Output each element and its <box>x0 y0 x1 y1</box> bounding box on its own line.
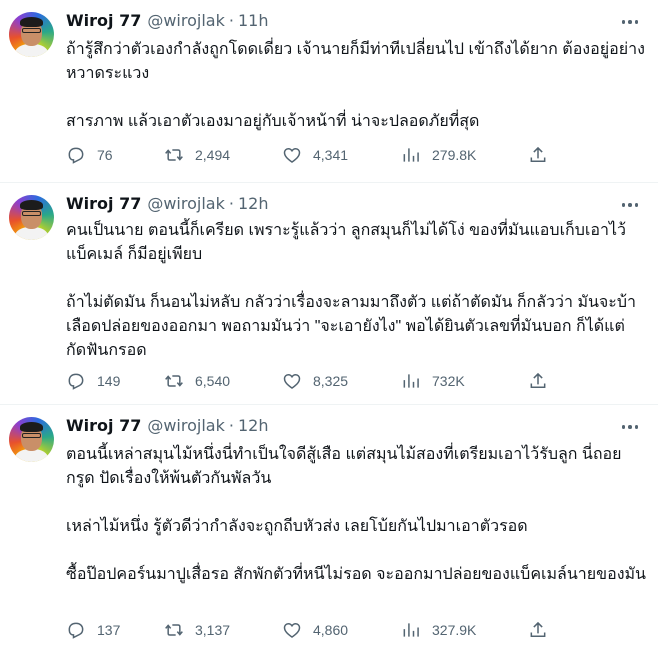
author-name[interactable]: Wiroj 77 <box>66 416 141 435</box>
share-icon <box>530 146 546 162</box>
tweet-header: Wiroj 77 @wirojlak · 11h <box>66 11 268 33</box>
avatar-glasses <box>22 433 41 438</box>
reply-button[interactable]: 149 <box>66 369 120 393</box>
tweet-paragraph: ซื้อป๊อปคอร์นมาปูเสื่อรอ สักพักตัวที่หนี… <box>66 566 646 583</box>
views-count: 279.8K <box>432 147 477 163</box>
views-count: 732K <box>432 373 465 389</box>
avatar-glasses <box>22 28 41 33</box>
share-button[interactable] <box>528 143 548 167</box>
views-icon <box>403 148 419 162</box>
views-icon <box>403 623 419 637</box>
share-icon <box>530 372 546 388</box>
views-button[interactable]: 732K <box>401 369 465 393</box>
author-handle[interactable]: @wirojlak <box>147 194 225 213</box>
tweet-text: ถ้ารู้สึกว่าตัวเองกำลังถูกโดดเดี่ยว เจ้า… <box>66 38 646 134</box>
share-button[interactable] <box>528 618 548 642</box>
avatar-hair <box>20 17 43 27</box>
tweet-text: คนเป็นนาย ตอนนี้ก็เครียด เพราะรู้แล้วว่า… <box>66 219 646 363</box>
repost-count: 6,540 <box>195 373 231 389</box>
timestamp[interactable]: 12h <box>238 194 269 213</box>
views-icon <box>403 374 419 388</box>
more-icon[interactable] <box>618 195 642 215</box>
like-icon <box>283 373 301 390</box>
tweet-text: ตอนนี้เหล่าสมุนไม้หนึ่งนี่ทำเป็นใจดีสู้เ… <box>66 443 646 587</box>
more-icon[interactable] <box>618 417 642 437</box>
tweet-paragraph: ถ้าไม่ตัดมัน ก็นอนไม่หลับ กลัวว่าเรื่องจ… <box>66 294 637 359</box>
author-handle[interactable]: @wirojlak <box>147 416 225 435</box>
share-icon <box>530 621 546 637</box>
like-button[interactable]: 4,341 <box>282 143 348 167</box>
repost-icon <box>165 149 183 161</box>
tweet-header: Wiroj 77 @wirojlak · 12h <box>66 416 268 438</box>
repost-icon <box>165 375 183 387</box>
timestamp[interactable]: 12h <box>238 416 269 435</box>
like-icon <box>283 147 301 164</box>
repost-button[interactable]: 2,494 <box>164 143 230 167</box>
share-button[interactable] <box>528 369 548 393</box>
reply-icon <box>68 622 84 639</box>
like-button[interactable]: 8,325 <box>282 369 348 393</box>
repost-button[interactable]: 6,540 <box>164 369 230 393</box>
tweet-header: Wiroj 77 @wirojlak · 12h <box>66 194 268 216</box>
like-count: 4,341 <box>313 147 349 163</box>
separator: · <box>228 416 234 435</box>
tweet[interactable]: Wiroj 77 @wirojlak · 12h ตอนนี้เหล่าสมุน… <box>0 405 658 649</box>
author-name[interactable]: Wiroj 77 <box>66 194 141 213</box>
action-bar: 149 6,540 8,325 732K <box>66 369 626 393</box>
tweet-paragraph: สารภาพ แล้วเอาตัวเองมาอยู่กับเจ้าหน้าที่… <box>66 113 480 130</box>
tweet-paragraph: ถ้ารู้สึกว่าตัวเองกำลังถูกโดดเดี่ยว เจ้า… <box>66 41 645 82</box>
avatar-hair <box>20 422 43 432</box>
repost-count: 2,494 <box>195 147 231 163</box>
reply-icon <box>68 373 84 390</box>
reply-count: 149 <box>97 373 121 389</box>
tweet-paragraph: คนเป็นนาย ตอนนี้ก็เครียด เพราะรู้แล้วว่า… <box>66 222 626 263</box>
action-bar: 76 2,494 4,341 279.8K <box>66 143 626 167</box>
repost-count: 3,137 <box>195 622 231 638</box>
avatar[interactable] <box>9 195 54 240</box>
reply-count: 76 <box>97 147 113 163</box>
like-icon <box>283 622 301 639</box>
tweet-paragraph: ตอนนี้เหล่าสมุนไม้หนึ่งนี่ทำเป็นใจดีสู้เ… <box>66 446 622 487</box>
reply-button[interactable]: 137 <box>66 618 120 642</box>
more-icon[interactable] <box>618 12 642 32</box>
views-button[interactable]: 279.8K <box>401 143 476 167</box>
tweet-paragraph: เหล่าไม้หนึ่ง รู้ตัวดีว่ากำลังจะถูกถีบหั… <box>66 518 528 535</box>
timestamp[interactable]: 11h <box>238 11 269 30</box>
reply-button[interactable]: 76 <box>66 143 113 167</box>
repost-button[interactable]: 3,137 <box>164 618 230 642</box>
action-bar: 137 3,137 4,860 327.9K <box>66 618 626 642</box>
reply-count: 137 <box>97 622 121 638</box>
views-count: 327.9K <box>432 622 477 638</box>
like-button[interactable]: 4,860 <box>282 618 348 642</box>
avatar[interactable] <box>9 417 54 462</box>
like-count: 4,860 <box>313 622 349 638</box>
repost-icon <box>165 624 183 636</box>
separator: · <box>228 194 234 213</box>
avatar[interactable] <box>9 12 54 57</box>
tweet[interactable]: Wiroj 77 @wirojlak · 11h ถ้ารู้สึกว่าตัว… <box>0 0 658 183</box>
avatar-hair <box>20 200 43 210</box>
avatar-glasses <box>22 211 41 216</box>
author-name[interactable]: Wiroj 77 <box>66 11 141 30</box>
separator: · <box>228 11 234 30</box>
like-count: 8,325 <box>313 373 349 389</box>
author-handle[interactable]: @wirojlak <box>147 11 225 30</box>
views-button[interactable]: 327.9K <box>401 618 476 642</box>
tweet[interactable]: Wiroj 77 @wirojlak · 12h คนเป็นนาย ตอนนี… <box>0 183 658 405</box>
reply-icon <box>68 147 84 164</box>
